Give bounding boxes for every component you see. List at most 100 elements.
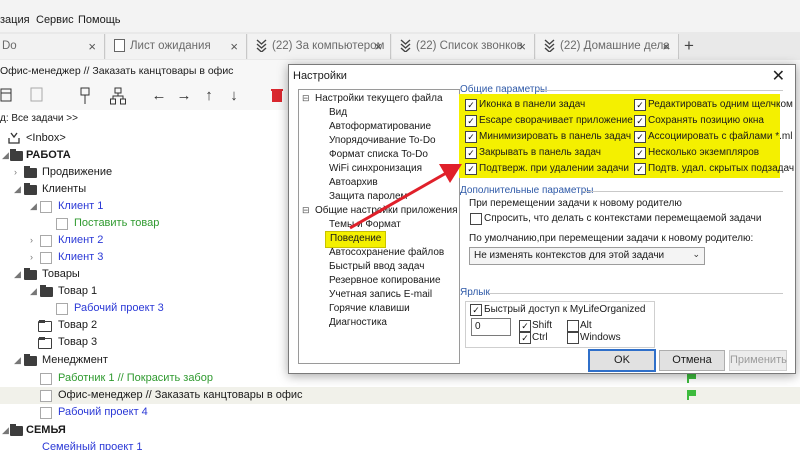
- checkbox-tray-icon[interactable]: ✓: [465, 99, 477, 111]
- close-icon[interactable]: ×: [374, 39, 382, 54]
- task-checkbox[interactable]: [40, 235, 52, 247]
- checkbox-label: Подтверж. при удалении задачи: [479, 163, 629, 174]
- hierarchy-icon[interactable]: [110, 87, 126, 105]
- nav-item[interactable]: Диагностика: [329, 317, 387, 328]
- collapse-toggle-icon[interactable]: ◢: [14, 184, 21, 195]
- expand-toggle-icon[interactable]: ›: [14, 167, 17, 177]
- checkbox-label: Ctrl: [532, 332, 548, 343]
- tab-waiting-list[interactable]: Лист ожидания ×: [106, 34, 247, 59]
- pin-icon[interactable]: [78, 87, 92, 105]
- tab-home-tasks[interactable]: (22) Домашние дела ×: [536, 34, 679, 59]
- tab-todo[interactable]: Do ×: [0, 34, 105, 59]
- task-checkbox[interactable]: [56, 303, 68, 315]
- task-checkbox[interactable]: [40, 252, 52, 264]
- nav-item-selected[interactable]: Поведение: [325, 231, 387, 248]
- task-checkbox[interactable]: [56, 218, 68, 230]
- task-checkbox[interactable]: [40, 407, 52, 419]
- context-behaviour-select[interactable]: Не изменять контекстов для этой задачи ⌄: [469, 247, 705, 265]
- checkbox-ask-contexts[interactable]: [470, 213, 482, 225]
- arrow-right-icon[interactable]: →: [175, 87, 193, 105]
- tree-item-label: РАБОТА: [26, 149, 71, 161]
- trash-icon[interactable]: [270, 87, 284, 103]
- nav-item[interactable]: WiFi синхронизация: [329, 163, 422, 174]
- nav-item[interactable]: Резервное копирование: [329, 275, 441, 286]
- tab-at-computer[interactable]: (22) За компьютером ×: [248, 34, 391, 59]
- filter-label[interactable]: д: Все задачи >>: [0, 113, 78, 124]
- tree-row-family-project-1[interactable]: Семейный проект 1: [0, 439, 800, 450]
- nav-item[interactable]: Темы и Формат: [329, 219, 401, 230]
- expand-toggle-icon[interactable]: ›: [30, 235, 33, 245]
- nav-item[interactable]: Защита паролем: [329, 191, 407, 202]
- checkbox-single-click-edit[interactable]: ✓: [634, 99, 646, 111]
- document-icon[interactable]: [30, 87, 44, 103]
- checkbox-minimize-to-tray[interactable]: ✓: [465, 131, 477, 143]
- collapse-toggle-icon[interactable]: ⊟: [302, 93, 310, 104]
- calendar-icon[interactable]: [0, 87, 12, 103]
- checkbox-label: Ассоциировать с файлами *.ml: [648, 131, 793, 142]
- tree-item-label: Клиенты: [42, 183, 87, 195]
- close-icon[interactable]: ×: [518, 39, 526, 54]
- task-checkbox[interactable]: [40, 201, 52, 213]
- flag-icon[interactable]: [687, 390, 696, 400]
- checkbox-label: Несколько экземпляров: [648, 147, 760, 158]
- nav-item[interactable]: Автоформатирование: [329, 121, 431, 132]
- arrow-left-icon[interactable]: ←: [150, 87, 168, 105]
- task-checkbox[interactable]: [40, 390, 52, 402]
- close-icon[interactable]: ×: [662, 39, 670, 54]
- shortcut-key-input[interactable]: 0: [471, 318, 511, 336]
- checkbox-quick-access[interactable]: ✓: [470, 304, 482, 316]
- filter-chevrons-icon: [256, 39, 267, 52]
- checkbox-confirm-delete[interactable]: ✓: [465, 163, 477, 175]
- checkbox-alt[interactable]: [567, 320, 579, 332]
- collapse-toggle-icon[interactable]: ◢: [30, 286, 37, 297]
- checkbox-shift[interactable]: ✓: [519, 320, 531, 332]
- collapse-toggle-icon[interactable]: ◢: [14, 355, 21, 366]
- nav-item[interactable]: Вид: [329, 107, 347, 118]
- checkbox-multiple-instances[interactable]: ✓: [634, 147, 646, 159]
- collapse-toggle-icon[interactable]: ◢: [2, 150, 9, 161]
- checkbox-close-to-tray[interactable]: ✓: [465, 147, 477, 159]
- task-checkbox[interactable]: [40, 373, 52, 385]
- expand-toggle-icon[interactable]: ›: [30, 252, 33, 262]
- ok-button[interactable]: OK: [588, 349, 656, 372]
- apply-button[interactable]: Применить: [729, 350, 787, 371]
- cancel-button[interactable]: Отмена: [659, 350, 725, 371]
- nav-item[interactable]: Формат списка To-Do: [329, 149, 428, 160]
- tree-row-family[interactable]: ◢ СЕМЬЯ: [0, 422, 800, 439]
- checkbox-confirm-hidden-delete[interactable]: ✓: [634, 163, 646, 175]
- tree-item-label: Товары: [42, 268, 80, 280]
- checkbox-windows[interactable]: [567, 332, 579, 344]
- checkbox-save-window-pos[interactable]: ✓: [634, 115, 646, 127]
- tab-call-list[interactable]: (22) Список звонков ×: [392, 34, 535, 59]
- tree-row-work-project-4[interactable]: Рабочий проект 4: [0, 404, 800, 421]
- checkbox-escape-minimize[interactable]: ✓: [465, 115, 477, 127]
- nav-item[interactable]: Упорядочивание To-Do: [329, 135, 436, 146]
- checkbox-ctrl[interactable]: ✓: [519, 332, 531, 344]
- menu-help[interactable]: Помощь: [78, 14, 121, 26]
- nav-app-settings[interactable]: Общие настройки приложения: [315, 205, 458, 216]
- nav-item[interactable]: Горячие клавиши: [329, 303, 410, 314]
- arrow-up-icon[interactable]: ↑: [200, 87, 218, 105]
- tree-row-office-manager[interactable]: Офис-менеджер // Заказать канцтовары в о…: [0, 387, 800, 404]
- arrow-down-icon[interactable]: ↓: [225, 87, 243, 105]
- menu-organization[interactable]: зация: [0, 14, 30, 26]
- nav-item[interactable]: Автоархив: [329, 177, 378, 188]
- menu-service[interactable]: Сервис: [36, 14, 74, 26]
- collapse-toggle-icon[interactable]: ◢: [2, 425, 9, 436]
- nav-item[interactable]: Быстрый ввод задач: [329, 261, 424, 272]
- add-tab-button[interactable]: +: [684, 36, 694, 56]
- close-icon[interactable]: ✕: [772, 66, 785, 86]
- checkbox-label: Иконка в панели задач: [479, 99, 586, 110]
- close-icon[interactable]: ×: [230, 39, 238, 54]
- additional-params-title: Дополнительные параметры: [460, 185, 594, 196]
- flag-icon[interactable]: [687, 373, 696, 383]
- nav-item[interactable]: Автосохранение файлов: [329, 247, 444, 258]
- checkbox-label: Windows: [580, 332, 621, 343]
- checkbox-associate-files[interactable]: ✓: [634, 131, 646, 143]
- collapse-toggle-icon[interactable]: ◢: [14, 269, 21, 280]
- collapse-toggle-icon[interactable]: ⊟: [302, 205, 310, 216]
- nav-file-settings[interactable]: Настройки текущего файла: [315, 93, 443, 104]
- nav-item[interactable]: Учетная запись E-mail: [329, 289, 432, 300]
- collapse-toggle-icon[interactable]: ◢: [30, 201, 37, 212]
- close-icon[interactable]: ×: [88, 39, 96, 54]
